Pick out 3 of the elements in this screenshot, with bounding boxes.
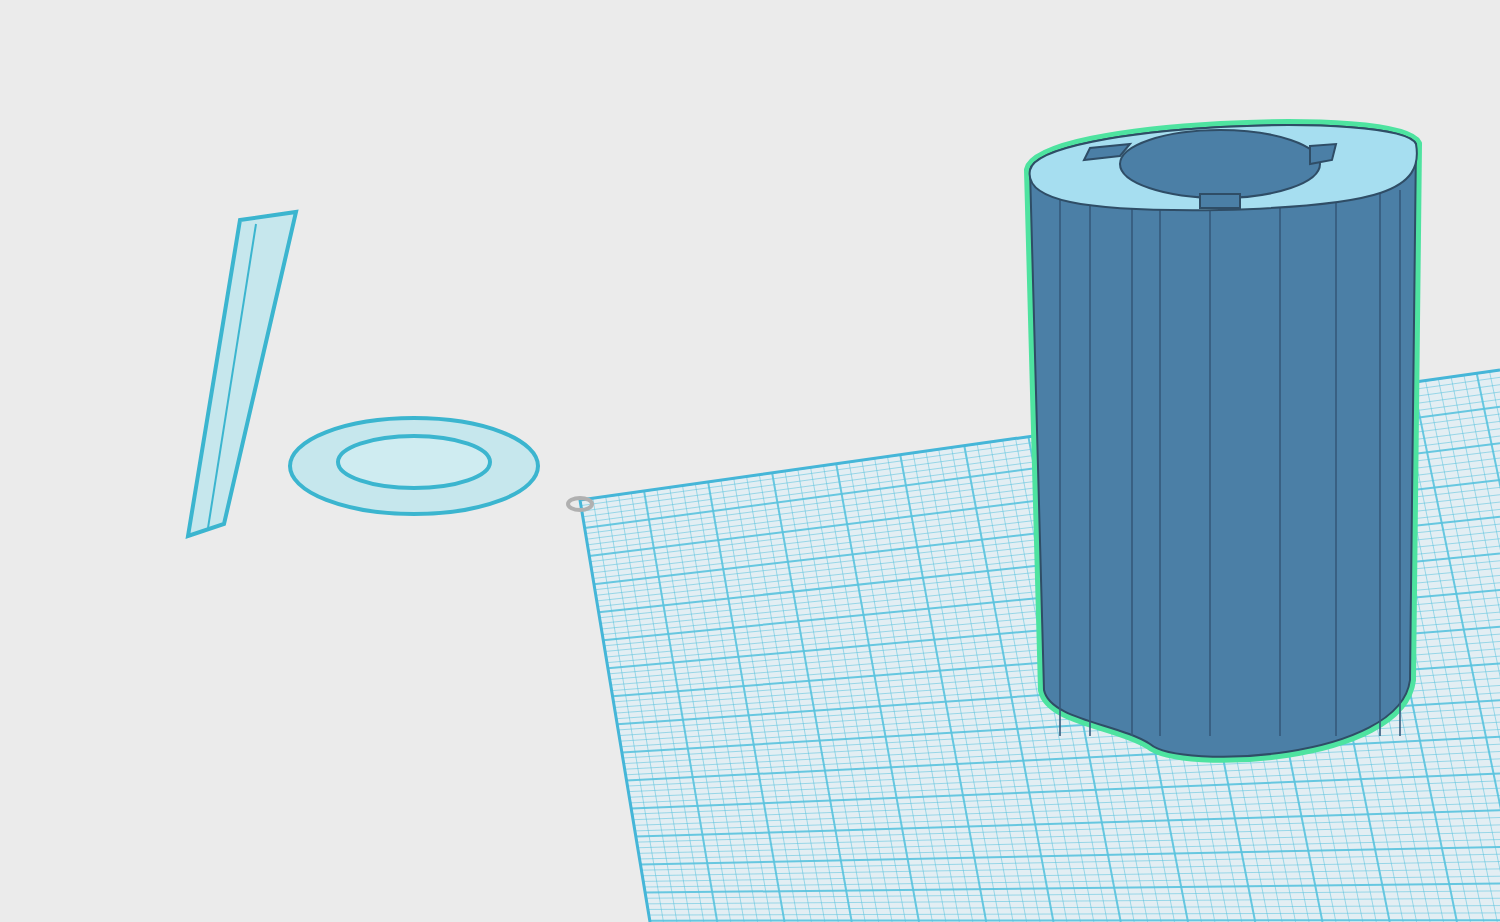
ring-outline-drawing[interactable] (288, 416, 540, 516)
cylinder-drawing[interactable] (1024, 119, 1422, 763)
strip-outline-drawing[interactable] (185, 209, 299, 539)
